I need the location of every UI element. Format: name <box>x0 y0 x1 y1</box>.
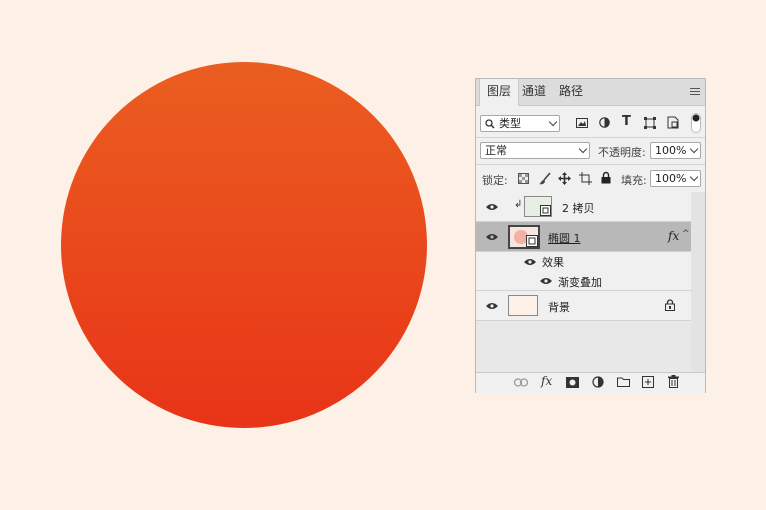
layer-list: ↲ 2 拷贝 椭圆 1 fx ^ 效果 渐变叠加 背景 <box>476 192 691 372</box>
lock-transparent-pixels-icon[interactable] <box>518 173 529 184</box>
lock-image-pixels-icon[interactable] <box>539 172 551 185</box>
image-filter-icon[interactable] <box>576 118 588 128</box>
panel-tab-bar: 图层 通道 路径 <box>476 79 705 106</box>
filter-kind-label: 类型 <box>499 117 521 130</box>
layer-row-ellipse[interactable]: 椭圆 1 fx ^ <box>476 222 691 252</box>
visibility-eye-icon[interactable] <box>486 302 498 310</box>
search-icon <box>485 119 495 129</box>
add-layer-style-icon[interactable]: fx <box>541 374 552 388</box>
vector-mask-badge-icon <box>526 235 538 247</box>
fill-input[interactable]: 100% <box>650 170 701 187</box>
layer-row-copy[interactable]: ↲ 2 拷贝 <box>476 192 691 222</box>
layer-lock-icon <box>665 299 675 311</box>
orange-ellipse-shape <box>61 62 427 428</box>
filter-toggle-switch[interactable] <box>691 113 701 133</box>
layer-name[interactable]: 背景 <box>548 299 570 315</box>
effect-gradient-overlay-row[interactable]: 渐变叠加 <box>476 271 691 291</box>
layer-name[interactable]: 椭圆 1 <box>548 230 581 246</box>
link-layers-icon[interactable] <box>514 378 528 387</box>
effects-label: 效果 <box>542 256 564 269</box>
lock-all-icon[interactable] <box>601 171 611 184</box>
add-mask-icon[interactable] <box>566 377 579 388</box>
lock-artboard-icon[interactable] <box>579 172 592 185</box>
filter-row: 类型 T <box>476 106 705 136</box>
layer-name[interactable]: 2 拷贝 <box>562 200 595 216</box>
new-group-folder-icon[interactable] <box>617 377 630 387</box>
visibility-eye-icon[interactable] <box>524 258 536 266</box>
visibility-eye-icon[interactable] <box>486 233 498 241</box>
layer-row-background[interactable]: 背景 <box>476 291 691 321</box>
opacity-input[interactable]: 100% <box>650 142 701 159</box>
layers-panel: 图层 通道 路径 类型 T 正常 不透明度: 100% 锁定: 填充: 100%… <box>475 78 706 393</box>
blend-row: 正常 不透明度: 100% <box>476 138 705 164</box>
tab-channels[interactable]: 通道 <box>515 79 553 105</box>
tab-paths[interactable]: 路径 <box>552 79 590 105</box>
blend-mode-value: 正常 <box>485 144 507 157</box>
new-adjustment-layer-icon[interactable] <box>592 376 605 389</box>
visibility-eye-icon[interactable] <box>486 203 498 211</box>
fill-label: 填充: <box>621 174 647 187</box>
visibility-eye-icon[interactable] <box>540 277 552 285</box>
smart-object-filter-icon[interactable] <box>667 116 679 129</box>
smart-object-badge-icon <box>540 205 551 216</box>
layer-thumbnail <box>508 295 538 316</box>
clipping-arrow-icon: ↲ <box>514 199 523 210</box>
collapse-effects-icon[interactable]: ^ <box>682 229 690 239</box>
tab-layers[interactable]: 图层 <box>479 79 520 106</box>
shape-filter-icon[interactable] <box>644 117 656 129</box>
blend-mode-select[interactable]: 正常 <box>480 142 590 159</box>
lock-label: 锁定: <box>482 174 508 187</box>
new-layer-icon[interactable] <box>642 376 654 388</box>
layers-bottom-toolbar: fx <box>476 372 705 393</box>
panel-menu-icon[interactable] <box>690 88 700 96</box>
fx-icon[interactable]: fx <box>668 229 679 243</box>
layer-thumbnail <box>508 225 540 249</box>
adjustment-filter-icon[interactable] <box>599 117 610 128</box>
fill-value: 100% <box>655 172 687 185</box>
effects-row[interactable]: 效果 <box>476 252 691 271</box>
layer-list-scrollbar[interactable] <box>691 192 705 372</box>
lock-row: 锁定: 填充: 100% <box>476 165 705 192</box>
layer-thumbnail <box>524 196 552 217</box>
filter-kind-select[interactable]: 类型 <box>480 115 560 132</box>
opacity-label: 不透明度: <box>598 146 646 159</box>
opacity-value: 100% <box>655 144 687 157</box>
type-filter-icon[interactable]: T <box>622 114 631 129</box>
delete-layer-trash-icon[interactable] <box>668 375 679 388</box>
effect-name: 渐变叠加 <box>558 276 602 289</box>
lock-position-icon[interactable] <box>558 172 571 185</box>
